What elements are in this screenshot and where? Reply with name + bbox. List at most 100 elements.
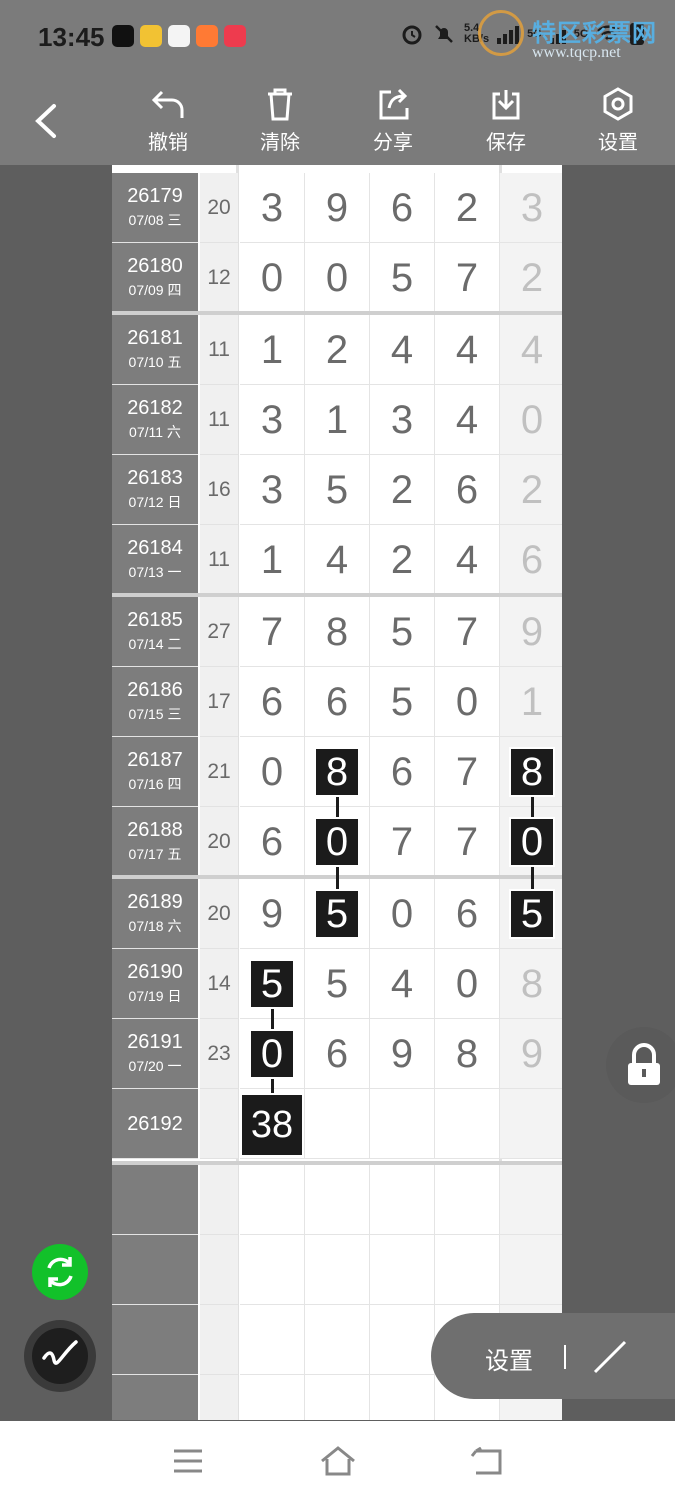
digit-cell[interactable]: 38 [240,1089,305,1159]
digit-cell[interactable]: 0 [240,243,305,313]
digit-cell[interactable] [305,1375,370,1420]
digit-cell[interactable] [305,1305,370,1375]
digit-cell[interactable]: 3 [240,173,305,243]
digit-cell[interactable]: 9 [500,1019,562,1089]
digit-cell[interactable] [435,1165,500,1235]
digit-cell[interactable]: 2 [370,455,435,525]
back-button[interactable] [28,98,68,144]
digit-cell[interactable]: 6 [305,667,370,737]
digit-cell[interactable]: 4 [370,949,435,1019]
period-cell: 26180 07/09 四 [112,243,198,313]
digit-cell[interactable]: 6 [240,667,305,737]
digit-cell[interactable]: 4 [435,385,500,455]
digit-cell[interactable] [500,1089,562,1159]
digit-cell[interactable]: 5 [305,949,370,1019]
digit-cell[interactable]: 8 [435,1019,500,1089]
back-nav-icon[interactable] [470,1447,504,1477]
digit-cell[interactable] [240,1375,305,1420]
clear-button[interactable]: 清除 [240,86,320,160]
digit-cell[interactable] [370,1375,435,1420]
digit-cell[interactable]: 6 [240,807,305,877]
digit-cell[interactable]: 1 [240,525,305,595]
digit-cell[interactable]: 4 [370,315,435,385]
save-button[interactable]: 保存 [466,86,546,160]
sync-button[interactable] [32,1244,88,1300]
digit-cell[interactable]: 6 [435,879,500,949]
digit-cell[interactable]: 2 [500,455,562,525]
digit-cell[interactable]: 7 [435,597,500,667]
digit-cell[interactable]: 6 [435,455,500,525]
digit-cell[interactable] [500,1165,562,1235]
pen-button[interactable] [24,1320,96,1392]
period-cell: 26186 07/15 三 [112,667,198,737]
digit-cell[interactable]: 0 [305,243,370,313]
digit-cell[interactable] [500,1235,562,1305]
digit-cell[interactable] [240,1305,305,1375]
digit-cell[interactable]: 4 [305,525,370,595]
digit-cell[interactable]: 8 [500,949,562,1019]
digit-cell[interactable] [370,1089,435,1159]
period-date: 07/15 三 [128,706,182,722]
digit-cell[interactable]: 8 [305,597,370,667]
digit-cell[interactable]: 9 [370,1019,435,1089]
digit-cell[interactable]: 5 [370,243,435,313]
lock-button[interactable] [606,1027,675,1103]
settings-button[interactable]: 设置 [578,86,658,160]
digit-cell[interactable]: 3 [500,173,562,243]
digit-cell[interactable]: 9 [500,597,562,667]
digit-cell[interactable]: 0 [370,879,435,949]
digit-cell[interactable]: 0 [240,737,305,807]
digit-cell[interactable]: 1 [240,315,305,385]
menu-icon[interactable] [172,1447,204,1475]
settings-pill[interactable]: 设置 [431,1313,675,1399]
digit-cell[interactable]: 5 [305,455,370,525]
digit-cell[interactable]: 2 [305,315,370,385]
digit-cell[interactable] [435,1089,500,1159]
digit-cell[interactable]: 4 [500,315,562,385]
digit-cell[interactable] [435,1235,500,1305]
digit-cell[interactable] [370,1305,435,1375]
digit-cell[interactable]: 6 [305,1019,370,1089]
digit-cell[interactable] [370,1235,435,1305]
digit-cell[interactable]: 6 [500,525,562,595]
digit-cell[interactable] [370,1165,435,1235]
digit-cell[interactable]: 2 [500,243,562,313]
digit-cell[interactable] [305,1235,370,1305]
digit-cell[interactable]: 5 [370,667,435,737]
highlight-mark: 0 [316,819,358,865]
digit-cell[interactable]: 4 [435,525,500,595]
digit-value: 9 [520,1032,544,1076]
digit-cell[interactable] [240,1235,305,1305]
digit-value: 2 [520,468,544,512]
undo-button[interactable]: 撤销 [128,86,208,160]
digit-cell[interactable] [305,1165,370,1235]
digit-cell[interactable]: 7 [435,807,500,877]
digit-cell[interactable]: 7 [435,243,500,313]
digit-cell[interactable]: 0 [435,667,500,737]
digit-cell[interactable] [305,1089,370,1159]
digit-cell[interactable]: 2 [435,173,500,243]
digit-cell[interactable]: 3 [240,385,305,455]
digit-cell[interactable]: 0 [435,949,500,1019]
digit-cell[interactable] [240,1165,305,1235]
digit-cell[interactable]: 7 [240,597,305,667]
period-number: 26185 [127,609,183,631]
digit-cell[interactable]: 9 [240,879,305,949]
digit-cell[interactable]: 1 [500,667,562,737]
digit-cell[interactable]: 6 [370,737,435,807]
digit-cell[interactable]: 7 [370,807,435,877]
digit-cell[interactable]: 7 [435,737,500,807]
trend-grid[interactable]: 26179 07/08 三 20 3 9 6 2 3 26180 07/09 四 12 0 0 5 7 2 26… [112,165,562,1420]
digit-cell[interactable]: 3 [370,385,435,455]
home-icon[interactable] [319,1445,357,1477]
digit-cell[interactable]: 2 [370,525,435,595]
share-button[interactable]: 分享 [353,86,433,160]
digit-cell[interactable]: 3 [240,455,305,525]
digit-cell[interactable]: 5 [370,597,435,667]
line-tool-icon[interactable] [591,1336,631,1376]
digit-cell[interactable]: 1 [305,385,370,455]
digit-cell[interactable]: 6 [370,173,435,243]
digit-cell[interactable]: 9 [305,173,370,243]
digit-cell[interactable]: 4 [435,315,500,385]
digit-cell[interactable]: 0 [500,385,562,455]
